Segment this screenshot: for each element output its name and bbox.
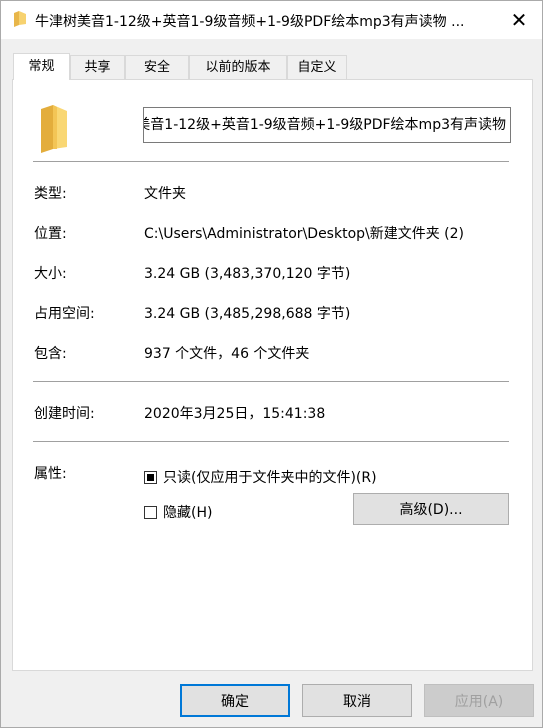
window-title: 牛津树美音1-12级+英音1-9级音频+1-9级PDF绘本mp3有声读物 ... [35,14,465,30]
properties-window: 牛津树美音1-12级+英音1-9级音频+1-9级PDF绘本mp3有声读物 ...… [0,0,543,728]
location-value: C:\Users\Administrator\Desktop\新建文件夹 (2) [144,226,465,242]
size-value: 3.24 GB (3,483,370,120 字节) [144,266,351,282]
general-panel [12,79,533,671]
created-value: 2020年3月25日，15:41:38 [144,406,326,422]
close-button[interactable]: ✕ [496,1,542,39]
hidden-checkbox[interactable]: 隐藏(H) [144,502,212,522]
type-label: 类型: [34,186,67,202]
attributes-label: 属性: [34,466,67,482]
hidden-checkbox-box[interactable] [144,505,157,519]
cancel-button[interactable]: 取消 [302,684,412,717]
folder-icon [14,11,26,27]
apply-button[interactable]: 应用(A) [424,684,534,717]
separator [33,381,509,382]
readonly-label: 只读(仅应用于文件夹中的文件)(R) [163,470,377,486]
close-icon: ✕ [510,8,528,32]
contains-label: 包含: [34,346,67,362]
tab-general[interactable]: 常规 [13,53,70,80]
readonly-checkbox-box[interactable] [144,470,157,484]
folder-icon [41,105,67,153]
tab-previous-versions[interactable]: 以前的版本 [189,55,287,79]
hidden-label: 隐藏(H) [163,505,213,521]
contains-value: 937 个文件，46 个文件夹 [144,346,310,362]
readonly-checkbox[interactable]: 只读(仅应用于文件夹中的文件)(R) [144,467,377,487]
disk-size-label: 占用空间: [34,306,95,322]
ok-button[interactable]: 确定 [180,684,290,717]
tab-sharing[interactable]: 共享 [70,55,125,79]
title-bar: 牛津树美音1-12级+英音1-9级音频+1-9级PDF绘本mp3有声读物 ...… [1,1,542,39]
location-label: 位置: [34,226,67,242]
folder-name-input[interactable]: 牛津树美音1-12级+英音1-9级音频+1-9级PDF绘本mp3有声读物 [143,107,511,143]
tab-customize[interactable]: 自定义 [287,55,347,79]
advanced-button[interactable]: 高级(D)... [353,493,509,525]
type-value: 文件夹 [144,186,186,202]
separator [33,161,509,162]
disk-size-value: 3.24 GB (3,485,298,688 字节) [144,306,351,322]
tab-security[interactable]: 安全 [125,55,189,79]
size-label: 大小: [34,266,67,282]
separator [33,441,509,442]
created-label: 创建时间: [34,406,95,422]
